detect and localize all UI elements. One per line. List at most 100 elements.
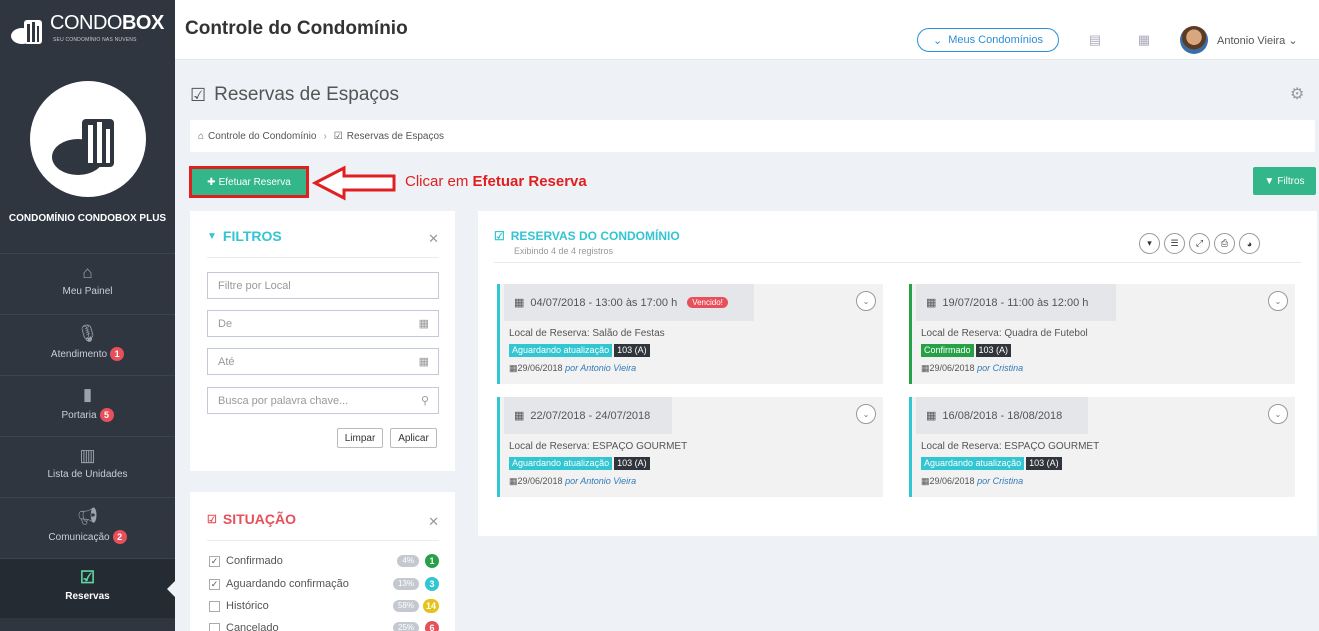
top-bar: CONDOBOX SEU CONDOMÍNIO NAS NUVENS Contr… (0, 0, 1319, 60)
notification-badge: 2 (112, 530, 127, 544)
checkbox-checked[interactable]: ✓ (209, 578, 220, 590)
brand[interactable]: CONDOBOX SEU CONDOMÍNIO NAS NUVENS (0, 0, 175, 60)
chart-button[interactable]: ◕ (1239, 233, 1260, 254)
filter-icon: ▼ (1264, 175, 1275, 187)
unit-badge: 103 (A) (614, 344, 650, 357)
user-menu[interactable]: Antonio Vieira ⌄ (1217, 34, 1298, 47)
date-from-input[interactable]: De ▦ (207, 310, 439, 337)
calendar-check-icon: ☑ (494, 229, 505, 243)
calendar-icon: ▦ (418, 356, 429, 368)
local-filter-input[interactable]: Filtre por Local (207, 272, 439, 299)
aplicar-button[interactable]: Aplicar (390, 428, 437, 448)
sidebar-item-comunicacao[interactable]: 📢︎ Comunicação 2 (0, 497, 175, 557)
reserva-tags: Confirmado 103 (A) (921, 344, 1012, 357)
situacao-historico[interactable]: Histórico 58% 14 (209, 598, 439, 614)
sidebar-item-meu-painel[interactable]: ⌂ Meu Painel (0, 253, 175, 313)
reserva-card[interactable]: ▦ 22/07/2018 - 24/07/2018 ⌄ Local de Res… (497, 397, 883, 497)
unit-badge: 103 (A) (614, 457, 650, 470)
divider (207, 257, 439, 258)
situacao-title: ☑ SITUAÇÃO (207, 511, 296, 527)
efetuar-reserva-button[interactable]: ✚ Efetuar Reserva (192, 169, 306, 195)
server-icon[interactable]: ▤ (1088, 33, 1102, 47)
reserva-local: Local de Reserva: ESPAÇO GOURMET (921, 441, 1100, 452)
divider (207, 540, 439, 541)
situacao-panel: ☑ SITUAÇÃO ✕ ✓ Confirmado 4% 1 ✓ Aguarda… (190, 492, 455, 631)
calendar-icon: ▦ (509, 363, 518, 373)
reserva-card[interactable]: ▦ 04/07/2018 - 13:00 às 17:00 h Vencido!… (497, 284, 883, 384)
sidebar-item-atendimento[interactable]: 🎙︎ Atendimento 1 (0, 314, 175, 374)
situacao-aguardando[interactable]: ✓ Aguardando confirmação 13% 3 (209, 576, 439, 592)
expand-icon: ⤢ (1195, 238, 1204, 248)
list-view-button[interactable]: ☰ (1164, 233, 1185, 254)
cloud-logo-icon (11, 20, 42, 44)
filtros-button[interactable]: ▼ Filtros (1253, 167, 1316, 195)
chevron-down-icon: ⌄ (1288, 35, 1298, 47)
chevron-down-icon[interactable]: ⌄ (1268, 291, 1288, 311)
gear-icon[interactable]: ⚙ (1290, 84, 1310, 104)
filtros-panel: ▼ FILTROS ✕ Filtre por Local De ▦ Até ▦ Bu… (190, 211, 455, 471)
breadcrumb-link-controle[interactable]: Controle do Condomínio (208, 131, 316, 142)
print-icon: ⎙ (1220, 238, 1229, 248)
reserva-card[interactable]: ▦ 16/08/2018 - 18/08/2018 ⌄ Local de Res… (909, 397, 1295, 497)
dropdown-toggle-button[interactable]: ▾ (1139, 233, 1160, 254)
chevron-down-icon[interactable]: ⌄ (856, 291, 876, 311)
reserva-tags: Aguardando atualização 103 (A) (509, 344, 650, 357)
count-badge: 6 (425, 621, 439, 631)
meus-condominios-button[interactable]: ⌄ Meus Condomínios (917, 28, 1059, 52)
reserva-created: ▦29/06/2018 por Antonio Vieira (509, 363, 637, 373)
reserva-period: ▦ 04/07/2018 - 13:00 às 17:00 h Vencido! (504, 284, 754, 321)
filter-icon: ▼ (207, 230, 217, 242)
checkbox-checked[interactable]: ✓ (209, 555, 220, 567)
keyword-search-input[interactable]: Busca por palavra chave... ⚲ (207, 387, 439, 414)
situacao-cancelado[interactable]: Cancelado 25% 6 (209, 620, 439, 631)
close-icon[interactable]: ✕ (428, 514, 439, 530)
print-button[interactable]: ⎙ (1214, 233, 1235, 254)
reserva-created: ▦29/06/2018 por Antonio Vieira (509, 476, 637, 486)
status-badge: Aguardando atualização (509, 457, 613, 470)
reserva-created: ▦29/06/2018 por Cristina (921, 363, 1024, 373)
fullscreen-button[interactable]: ⤢ (1189, 233, 1210, 254)
search-icon: ⚲ (420, 395, 429, 407)
condominio-logo (30, 81, 146, 197)
percent-badge: 58% (392, 600, 419, 612)
reserva-period: ▦ 22/07/2018 - 24/07/2018 (504, 397, 672, 434)
plus-icon: ✚ (207, 176, 216, 188)
close-icon[interactable]: ✕ (428, 231, 439, 247)
calendar-icon: ▦ (926, 297, 937, 309)
calendar-check-icon: ☑ (333, 130, 343, 142)
status-badge: Aguardando atualização (921, 457, 1025, 470)
checkbox-unchecked[interactable] (209, 600, 220, 612)
avatar[interactable] (1180, 26, 1208, 54)
reserva-period: ▦ 16/08/2018 - 18/08/2018 (916, 397, 1088, 434)
calendar-icon: ▦ (509, 476, 518, 486)
count-badge: 14 (422, 599, 439, 613)
count-badge: 3 (425, 577, 439, 591)
chevron-down-icon[interactable]: ⌄ (856, 404, 876, 424)
percent-badge: 25% (392, 622, 419, 631)
reserva-card[interactable]: ▦ 19/07/2018 - 11:00 às 12:00 h ⌄ Local … (909, 284, 1295, 384)
reserva-tags: Aguardando atualização 103 (A) (921, 457, 1062, 470)
annotation-arrow (312, 165, 396, 201)
count-badge: 1 (425, 554, 439, 568)
calendar-check-icon: ☑ (79, 568, 96, 587)
checkbox-unchecked[interactable] (209, 622, 220, 631)
sidebar-item-lista-unidades[interactable]: ▥ Lista de Unidades (0, 436, 175, 496)
calendar-check-icon: ☑ (190, 84, 207, 105)
breadcrumb-current: Reservas de Espaços (346, 130, 445, 142)
caret-down-icon: ▾ (1147, 238, 1152, 248)
sidebar-item-reservas[interactable]: ☑ Reservas (0, 558, 175, 618)
active-indicator (167, 581, 175, 597)
calendar-icon[interactable]: ▦ (1137, 33, 1151, 47)
notification-badge: 1 (110, 347, 125, 361)
situacao-confirmado[interactable]: ✓ Confirmado 4% 1 (209, 553, 439, 569)
filtros-title: ▼ FILTROS (207, 228, 282, 244)
sidebar-item-portaria[interactable]: ▮ Portaria 5 (0, 375, 175, 435)
chevron-down-icon[interactable]: ⌄ (1268, 404, 1288, 424)
date-to-input[interactable]: Até ▦ (207, 348, 439, 375)
reserva-local: Local de Reserva: ESPAÇO GOURMET (509, 441, 688, 452)
reservas-count: Exibindo 4 de 4 registros (514, 246, 614, 256)
divider (494, 262, 1301, 263)
limpar-button[interactable]: Limpar (337, 428, 383, 448)
building-icon: ▥ (79, 446, 96, 465)
unit-badge: 103 (A) (1026, 457, 1062, 470)
